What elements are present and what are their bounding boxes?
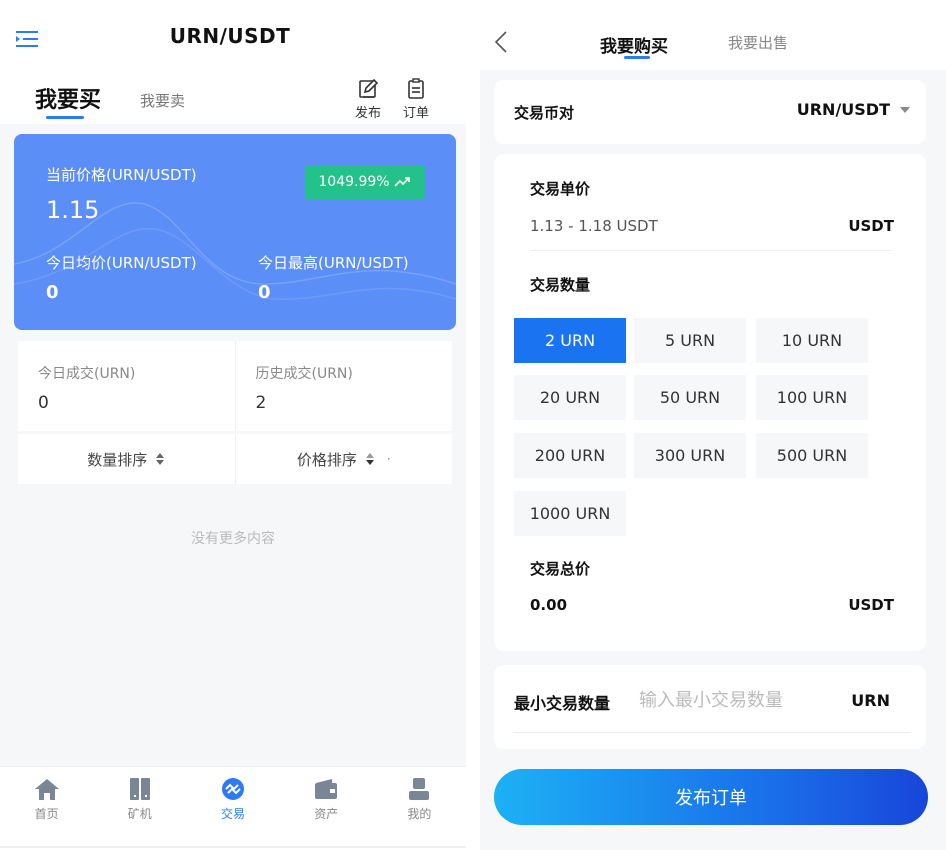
nav-home[interactable]: 首页 [0,767,93,828]
qty-option[interactable]: 300 URN [634,433,746,478]
total-price-unit: USDT [848,596,894,614]
qty-option[interactable]: 20 URN [514,375,626,420]
trading-pair-label: 交易币对 [514,104,575,122]
qty-option[interactable]: 500 URN [756,433,868,478]
publish-button[interactable]: 发布 [350,78,386,121]
clipboard-icon [408,78,424,99]
market-screen: URN/USDT 我要买 我要卖 发布 订单 当前价格(URN/USDT) 1.… [0,0,466,850]
nav-mine-label: 我的 [407,807,432,821]
min-quantity-label: 最小交易数量 [514,694,611,713]
bottom-divider [0,846,466,848]
high-price-label: 今日最高(URN/USDT) [258,254,409,272]
min-quantity-divider [514,732,910,733]
total-price-value: 0.00 [530,596,568,614]
quantity-label: 交易数量 [530,276,591,294]
orders-button[interactable]: 订单 [398,78,434,121]
nav-miner-label: 矿机 [127,807,152,821]
trading-pair-value: URN/USDT [796,100,890,119]
trading-pair-card: 交易币对 URN/USDT [494,80,926,144]
qty-option[interactable]: 100 URN [756,375,868,420]
min-quantity-card: 最小交易数量 URN [494,665,926,749]
qty-option[interactable]: 2 URN [514,318,626,363]
bottom-nav: 首页 矿机 交易 资产 我的 [0,766,466,828]
unit-price-label: 交易单价 [530,180,591,198]
publish-order-button[interactable]: 发布订单 [494,769,928,825]
sort-by-price[interactable]: 价格排序 · [234,434,453,484]
caret-down-icon [900,106,910,113]
wallet-icon [315,779,338,799]
nav-trade[interactable]: 交易 [186,767,279,828]
nav-assets[interactable]: 资产 [280,767,373,828]
tab-i-want-sell[interactable]: 我要出售 [728,32,788,53]
high-price-value: 0 [258,282,271,303]
page-title: URN/USDT [169,24,291,48]
qty-option[interactable]: 50 URN [634,375,746,420]
orders-label: 订单 [402,106,429,121]
home-icon [34,779,59,800]
tab-active-indicator [624,56,650,59]
sort-price-label: 价格排序 [296,450,357,469]
trend-up-icon [394,177,410,187]
app-root: URN/USDT 我要买 我要卖 发布 订单 当前价格(URN/USDT) 1.… [0,0,946,850]
history-volume-label: 历史成交(URN) [255,366,353,382]
chevron-left-icon[interactable] [494,30,508,58]
edit-icon [359,78,379,98]
nav-home-label: 首页 [34,807,59,821]
today-volume-label: 今日成交(URN) [38,366,136,382]
market-header: URN/USDT [0,0,466,72]
min-quantity-input[interactable] [639,685,809,715]
tab-sell[interactable]: 我要卖 [140,90,185,111]
volume-stats: 今日成交(URN) 0 历史成交(URN) 2 [18,341,452,431]
exchange-icon [222,778,244,800]
today-volume: 今日成交(URN) 0 [18,341,235,431]
trading-pair-select[interactable]: URN/USDT [797,100,910,119]
qty-option[interactable]: 200 URN [514,433,626,478]
publish-label: 发布 [354,106,381,121]
change-badge-text: 1049.99% [318,174,390,190]
history-volume-value: 2 [255,393,267,413]
sort-icon [156,453,165,465]
avg-price-value: 0 [46,282,59,303]
tab-active-indicator [46,116,84,119]
tab-i-want-buy[interactable]: 我要购买 [600,32,668,57]
unit-price-unit: USDT [848,217,894,235]
publish-order-screen: 我要购买 我要出售 交易币对 URN/USDT 交易单价 1.13 - 1.18… [480,0,946,850]
sort-dot: · [386,452,391,466]
current-price-value: 1.15 [46,196,100,224]
empty-list-text: 没有更多内容 [191,531,275,547]
publish-header: 我要购买 我要出售 [480,0,946,70]
total-price-label: 交易总价 [530,560,591,578]
qty-option[interactable]: 1000 URN [514,491,626,536]
miner-icon [129,778,150,800]
price-card: 当前价格(URN/USDT) 1.15 1049.99% 今日均价(URN/US… [14,134,456,330]
sort-by-quantity[interactable]: 数量排序 [18,434,235,484]
nav-trade-label: 交易 [221,807,246,821]
sort-bar: 数量排序 价格排序 · [18,434,452,484]
sort-quantity-label: 数量排序 [87,450,148,469]
trade-form-card: 交易单价 1.13 - 1.18 USDT USDT 交易数量 2 URN 5 … [494,154,926,651]
qty-option[interactable]: 5 URN [634,318,746,363]
avg-price-label: 今日均价(URN/USDT) [46,254,197,272]
unit-price-range: 1.13 - 1.18 USDT [530,217,658,235]
current-price-label: 当前价格(URN/USDT) [46,166,197,184]
buy-sell-tabs: 我要买 我要卖 发布 订单 [0,72,466,124]
tab-buy[interactable]: 我要买 [35,82,101,114]
user-icon [409,778,430,800]
nav-assets-label: 资产 [314,807,339,821]
nav-mine[interactable]: 我的 [373,767,466,828]
history-volume: 历史成交(URN) 2 [234,341,453,431]
qty-option[interactable]: 10 URN [756,318,868,363]
sort-icon [365,453,374,465]
unit-price-divider [530,250,892,251]
change-badge: 1049.99% [305,165,425,199]
nav-miner[interactable]: 矿机 [93,767,186,828]
min-quantity-unit: URN [851,691,890,710]
today-volume-value: 0 [38,393,49,413]
